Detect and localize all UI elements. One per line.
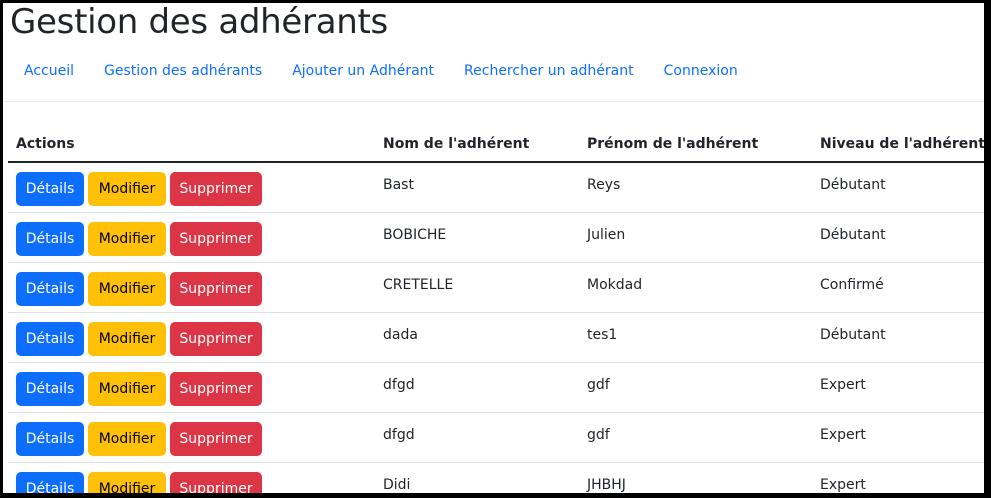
cell-nom: dfgd [383, 427, 415, 443]
supprimer-button[interactable]: Supprimer [170, 322, 262, 356]
cell-prenom: tes1 [587, 327, 618, 343]
modifier-button[interactable]: Modifier [88, 222, 166, 256]
cell-nom: Bast [383, 177, 414, 193]
cell-niveau: Débutant [820, 327, 886, 343]
cell-nom: dfgd [383, 377, 415, 393]
cell-prenom: JHBHJ [587, 477, 626, 493]
nav-link-accueil[interactable]: Accueil [9, 59, 89, 83]
details-button[interactable]: Détails [16, 272, 84, 306]
nav-link-rechercher-adherant[interactable]: Rechercher un adhérant [449, 59, 649, 83]
table-row: Détails Modifier Supprimer CRETELLE Mokdad Co… [8, 263, 984, 313]
header-prenom: Prénom de l'adhérent [587, 136, 759, 152]
nav-divider [3, 101, 984, 102]
cell-niveau: Expert [820, 377, 866, 393]
cell-niveau: Expert [820, 477, 866, 493]
modifier-button[interactable]: Modifier [88, 272, 166, 306]
modifier-button[interactable]: Modifier [88, 472, 166, 493]
details-button[interactable]: Détails [16, 472, 84, 493]
header-nom: Nom de l'adhérent [383, 136, 530, 152]
cell-prenom: Reys [587, 177, 621, 193]
table-row: Détails Modifier Supprimer dada tes1 Débutant [8, 313, 984, 363]
table-row: Détails Modifier Supprimer Didi JHBHJ Expert [8, 463, 984, 493]
table-row: Détails Modifier Supprimer Bast Reys Débutant [8, 163, 984, 213]
modifier-button[interactable]: Modifier [88, 372, 166, 406]
cell-prenom: Mokdad [587, 277, 643, 293]
supprimer-button[interactable]: Supprimer [170, 422, 262, 456]
cell-nom: dada [383, 327, 418, 343]
supprimer-button[interactable]: Supprimer [170, 372, 262, 406]
table-row: Détails Modifier Supprimer BOBICHE Julien Déb… [8, 213, 984, 263]
main-nav: Accueil Gestion des adhérants Ajouter un… [9, 59, 753, 83]
page-title: Gestion des adhérants [10, 3, 388, 42]
cell-niveau: Débutant [820, 227, 886, 243]
nav-link-connexion[interactable]: Connexion [649, 59, 753, 83]
cell-nom: Didi [383, 477, 411, 493]
details-button[interactable]: Détails [16, 372, 84, 406]
header-actions: Actions [16, 136, 75, 152]
cell-prenom: gdf [587, 427, 610, 443]
table-row: Détails Modifier Supprimer dfgd gdf Expert [8, 413, 984, 463]
cell-niveau: Expert [820, 427, 866, 443]
supprimer-button[interactable]: Supprimer [170, 172, 262, 206]
supprimer-button[interactable]: Supprimer [170, 472, 262, 493]
cell-niveau: Débutant [820, 177, 886, 193]
cell-niveau: Confirmé [820, 277, 884, 293]
cell-nom: BOBICHE [383, 227, 447, 243]
supprimer-button[interactable]: Supprimer [170, 222, 262, 256]
nav-link-gestion-adherants[interactable]: Gestion des adhérants [89, 59, 277, 83]
nav-link-ajouter-adherant[interactable]: Ajouter un Adhérant [277, 59, 449, 83]
modifier-button[interactable]: Modifier [88, 422, 166, 456]
cell-prenom: gdf [587, 377, 610, 393]
header-niveau: Niveau de l'adhérent [820, 136, 984, 152]
cell-nom: CRETELLE [383, 277, 454, 293]
details-button[interactable]: Détails [16, 322, 84, 356]
modifier-button[interactable]: Modifier [88, 322, 166, 356]
cell-prenom: Julien [587, 227, 626, 243]
table-body: Détails Modifier Supprimer Bast Reys Débutant… [8, 163, 984, 493]
modifier-button[interactable]: Modifier [88, 172, 166, 206]
details-button[interactable]: Détails [16, 422, 84, 456]
details-button[interactable]: Détails [16, 172, 84, 206]
details-button[interactable]: Détails [16, 222, 84, 256]
table-row: Détails Modifier Supprimer dfgd gdf Expert [8, 363, 984, 413]
app-window: Gestion des adhérants Accueil Gestion de… [3, 3, 984, 493]
supprimer-button[interactable]: Supprimer [170, 272, 262, 306]
